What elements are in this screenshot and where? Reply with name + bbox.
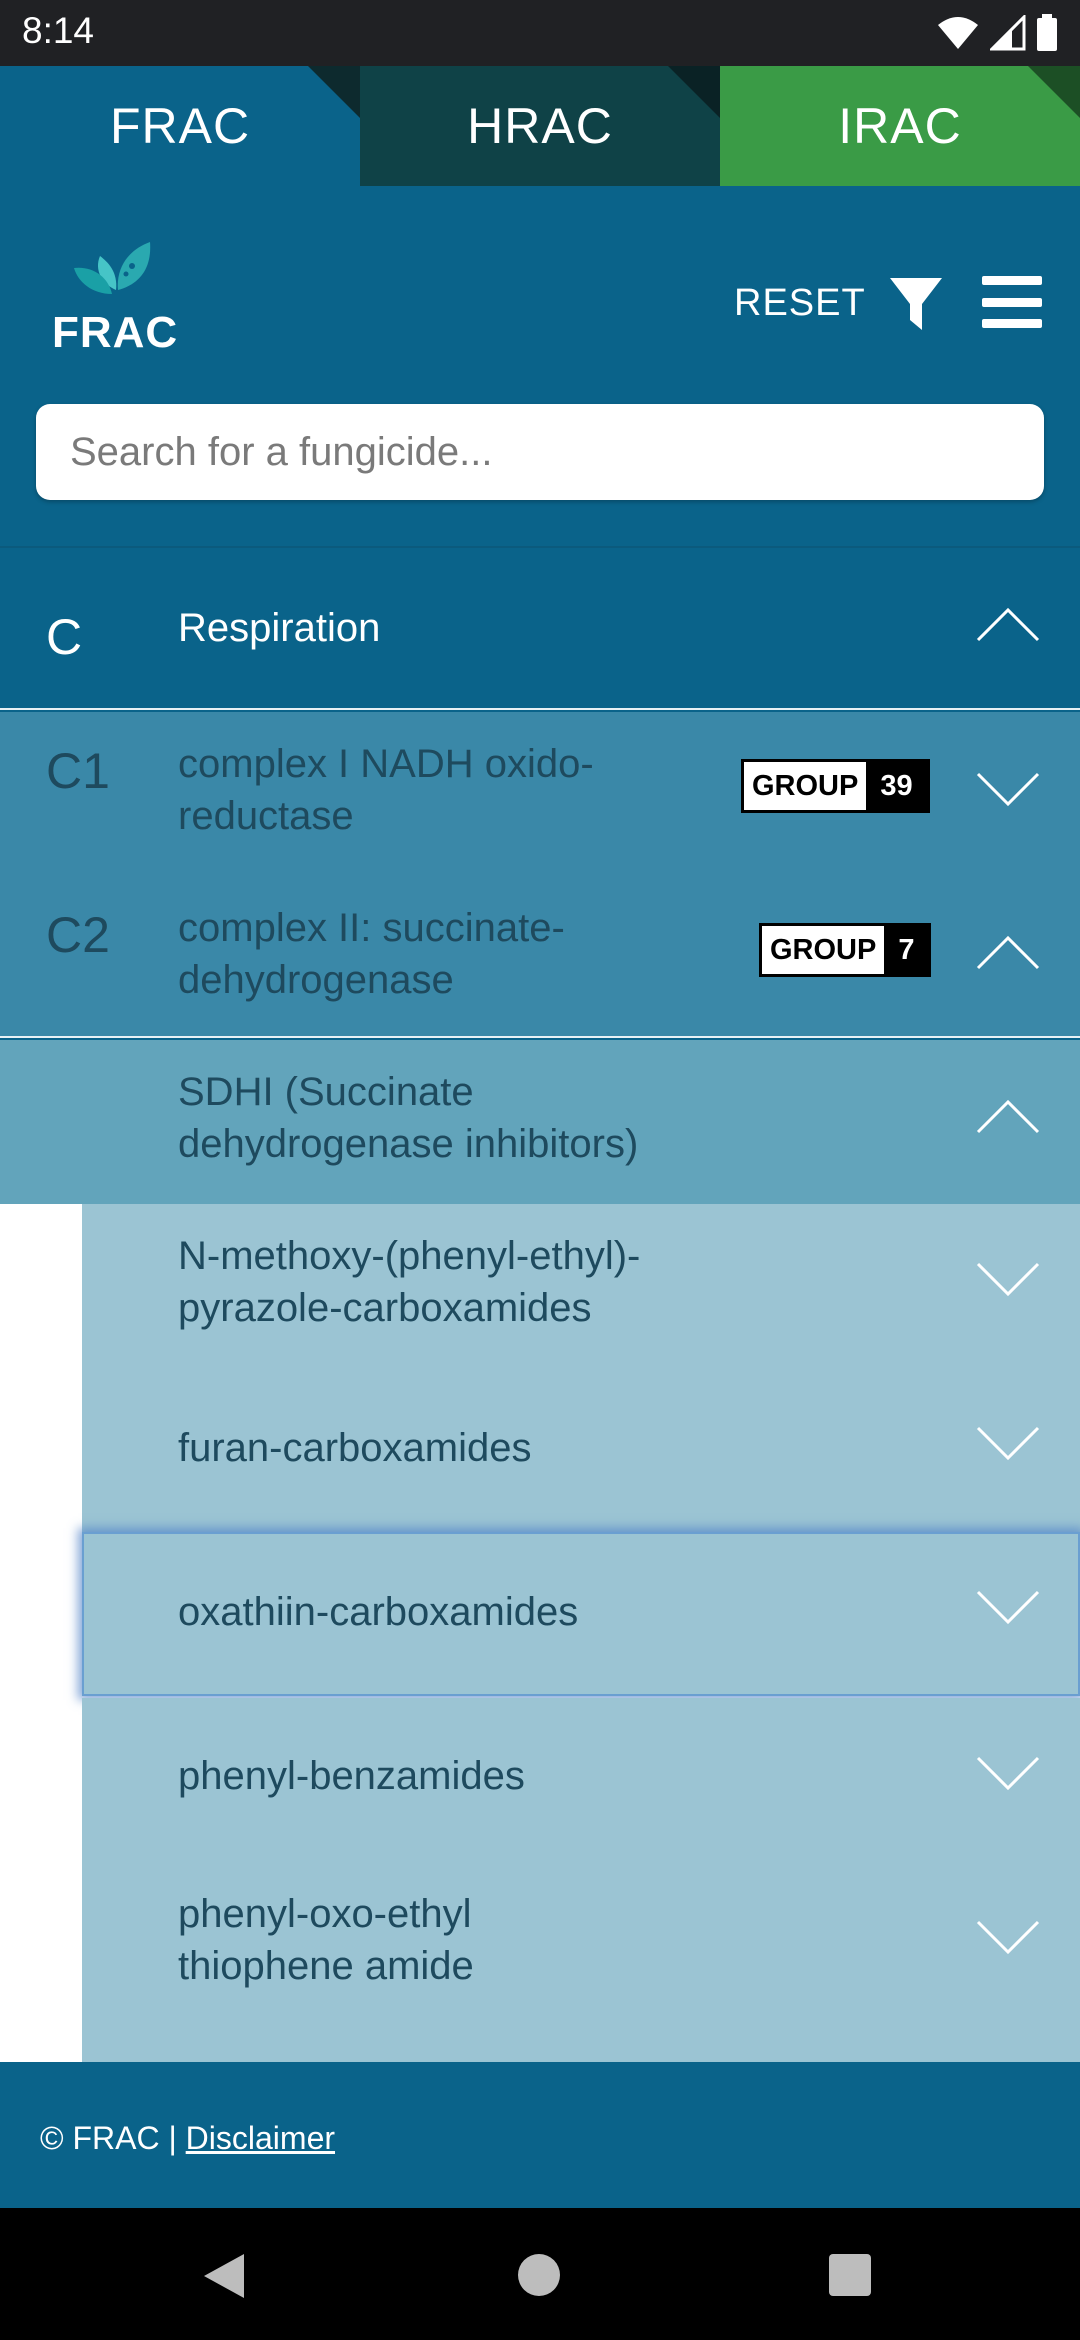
category-row-respiration[interactable]: C Respiration [0, 546, 1080, 710]
search-input[interactable] [36, 404, 1044, 500]
group-badge-number: 7 [884, 926, 929, 974]
group-row-c2[interactable]: C2 complex II: succinate- dehydrogenase … [0, 876, 1080, 1038]
chemical-group-item[interactable]: furan-carboxamides [82, 1368, 1080, 1532]
group-code: C2 [46, 907, 110, 963]
frac-logo[interactable]: FRAC [52, 228, 178, 358]
subgroup-title: SDHI (Succinate dehydrogenase inhibitors… [178, 1070, 639, 1166]
group-row-c1[interactable]: C1 complex I NADH oxido- reductase GROUP… [0, 712, 1080, 876]
tab-frac-label: FRAC [109, 98, 251, 154]
tab-hrac-label: HRAC [467, 98, 613, 154]
system-nav-bar [0, 2208, 1080, 2340]
battery-icon [1037, 14, 1057, 51]
group-badge-number: 39 [866, 762, 927, 810]
tab-fold-corner [308, 66, 360, 118]
recents-icon[interactable] [829, 2254, 871, 2296]
chemical-group-title: phenyl-oxo-ethyl thiophene amide [178, 1892, 474, 1988]
hamburger-menu-icon[interactable] [982, 276, 1042, 328]
tab-irac[interactable]: IRAC [720, 66, 1080, 186]
wifi-icon [938, 17, 978, 49]
chemical-group-item[interactable]: N-methoxy-(phenyl-ethyl)- pyrazole-carbo… [82, 1204, 1080, 1368]
group-badge: GROUP 7 [759, 923, 932, 977]
leaf-logo-icon [74, 242, 151, 294]
app-tab-bar: FRAC HRAC IRAC [0, 66, 1080, 186]
chevron-down-icon[interactable] [976, 1920, 1040, 1956]
page-footer: © FRAC | Disclaimer [0, 2062, 1080, 2208]
filter-icon[interactable] [888, 274, 944, 334]
status-icons [936, 14, 1058, 52]
group-title: complex I NADH oxido- reductase [178, 742, 594, 838]
home-icon[interactable] [518, 2254, 560, 2296]
chevron-down-icon[interactable] [976, 1426, 1040, 1462]
tab-frac[interactable]: FRAC [0, 66, 360, 186]
subgroup-row-sdhi[interactable]: SDHI (Succinate dehydrogenase inhibitors… [0, 1040, 1080, 1204]
chevron-down-icon[interactable] [976, 1756, 1040, 1792]
chevron-up-icon[interactable] [976, 934, 1040, 970]
chemical-group-list: N-methoxy-(phenyl-ethyl)- pyrazole-carbo… [0, 1204, 1080, 2062]
chemical-group-item[interactable]: phenyl-oxo-ethyl thiophene amide [82, 1862, 1080, 2062]
chevron-down-icon[interactable] [976, 1590, 1040, 1626]
disclaimer-link[interactable]: Disclaimer [186, 2120, 335, 2156]
chemical-group-title: phenyl-benzamides [178, 1754, 525, 1798]
status-time: 8:14 [22, 10, 95, 51]
back-icon[interactable] [200, 2252, 246, 2300]
group-badge-label: GROUP [770, 934, 877, 966]
category-code: C [46, 609, 83, 665]
copyright-text: © FRAC | [40, 2120, 186, 2156]
tab-fold-corner [668, 66, 720, 118]
category-title: Respiration [178, 606, 381, 650]
chevron-up-icon[interactable] [976, 606, 1040, 642]
group-code: C1 [46, 743, 110, 799]
group-title: complex II: succinate- dehydrogenase [178, 906, 565, 1002]
chemical-group-item[interactable]: oxathiin-carboxamides [82, 1532, 1080, 1696]
status-bar: 8:14 [0, 0, 1080, 66]
tab-irac-label: IRAC [838, 98, 962, 154]
chevron-up-icon[interactable] [976, 1098, 1040, 1134]
chemical-group-title: furan-carboxamides [178, 1426, 532, 1470]
chevron-down-icon[interactable] [976, 1262, 1040, 1298]
signal-icon [990, 15, 1026, 51]
chemical-group-title: oxathiin-carboxamides [178, 1590, 579, 1634]
group-badge-label: GROUP [752, 770, 859, 802]
footer-text: © FRAC | Disclaimer [40, 2120, 335, 2157]
logo-text: FRAC [52, 308, 179, 357]
chemical-group-title: N-methoxy-(phenyl-ethyl)- pyrazole-carbo… [178, 1234, 641, 1330]
tab-hrac[interactable]: HRAC [360, 66, 720, 186]
app-header: FRAC RESET [0, 186, 1080, 546]
group-badge: GROUP 39 [741, 759, 930, 813]
chevron-down-icon[interactable] [976, 772, 1040, 808]
chemical-group-item[interactable]: phenyl-benzamides [82, 1698, 1080, 1862]
reset-button[interactable]: RESET [734, 282, 866, 325]
tab-fold-corner [1028, 66, 1080, 118]
